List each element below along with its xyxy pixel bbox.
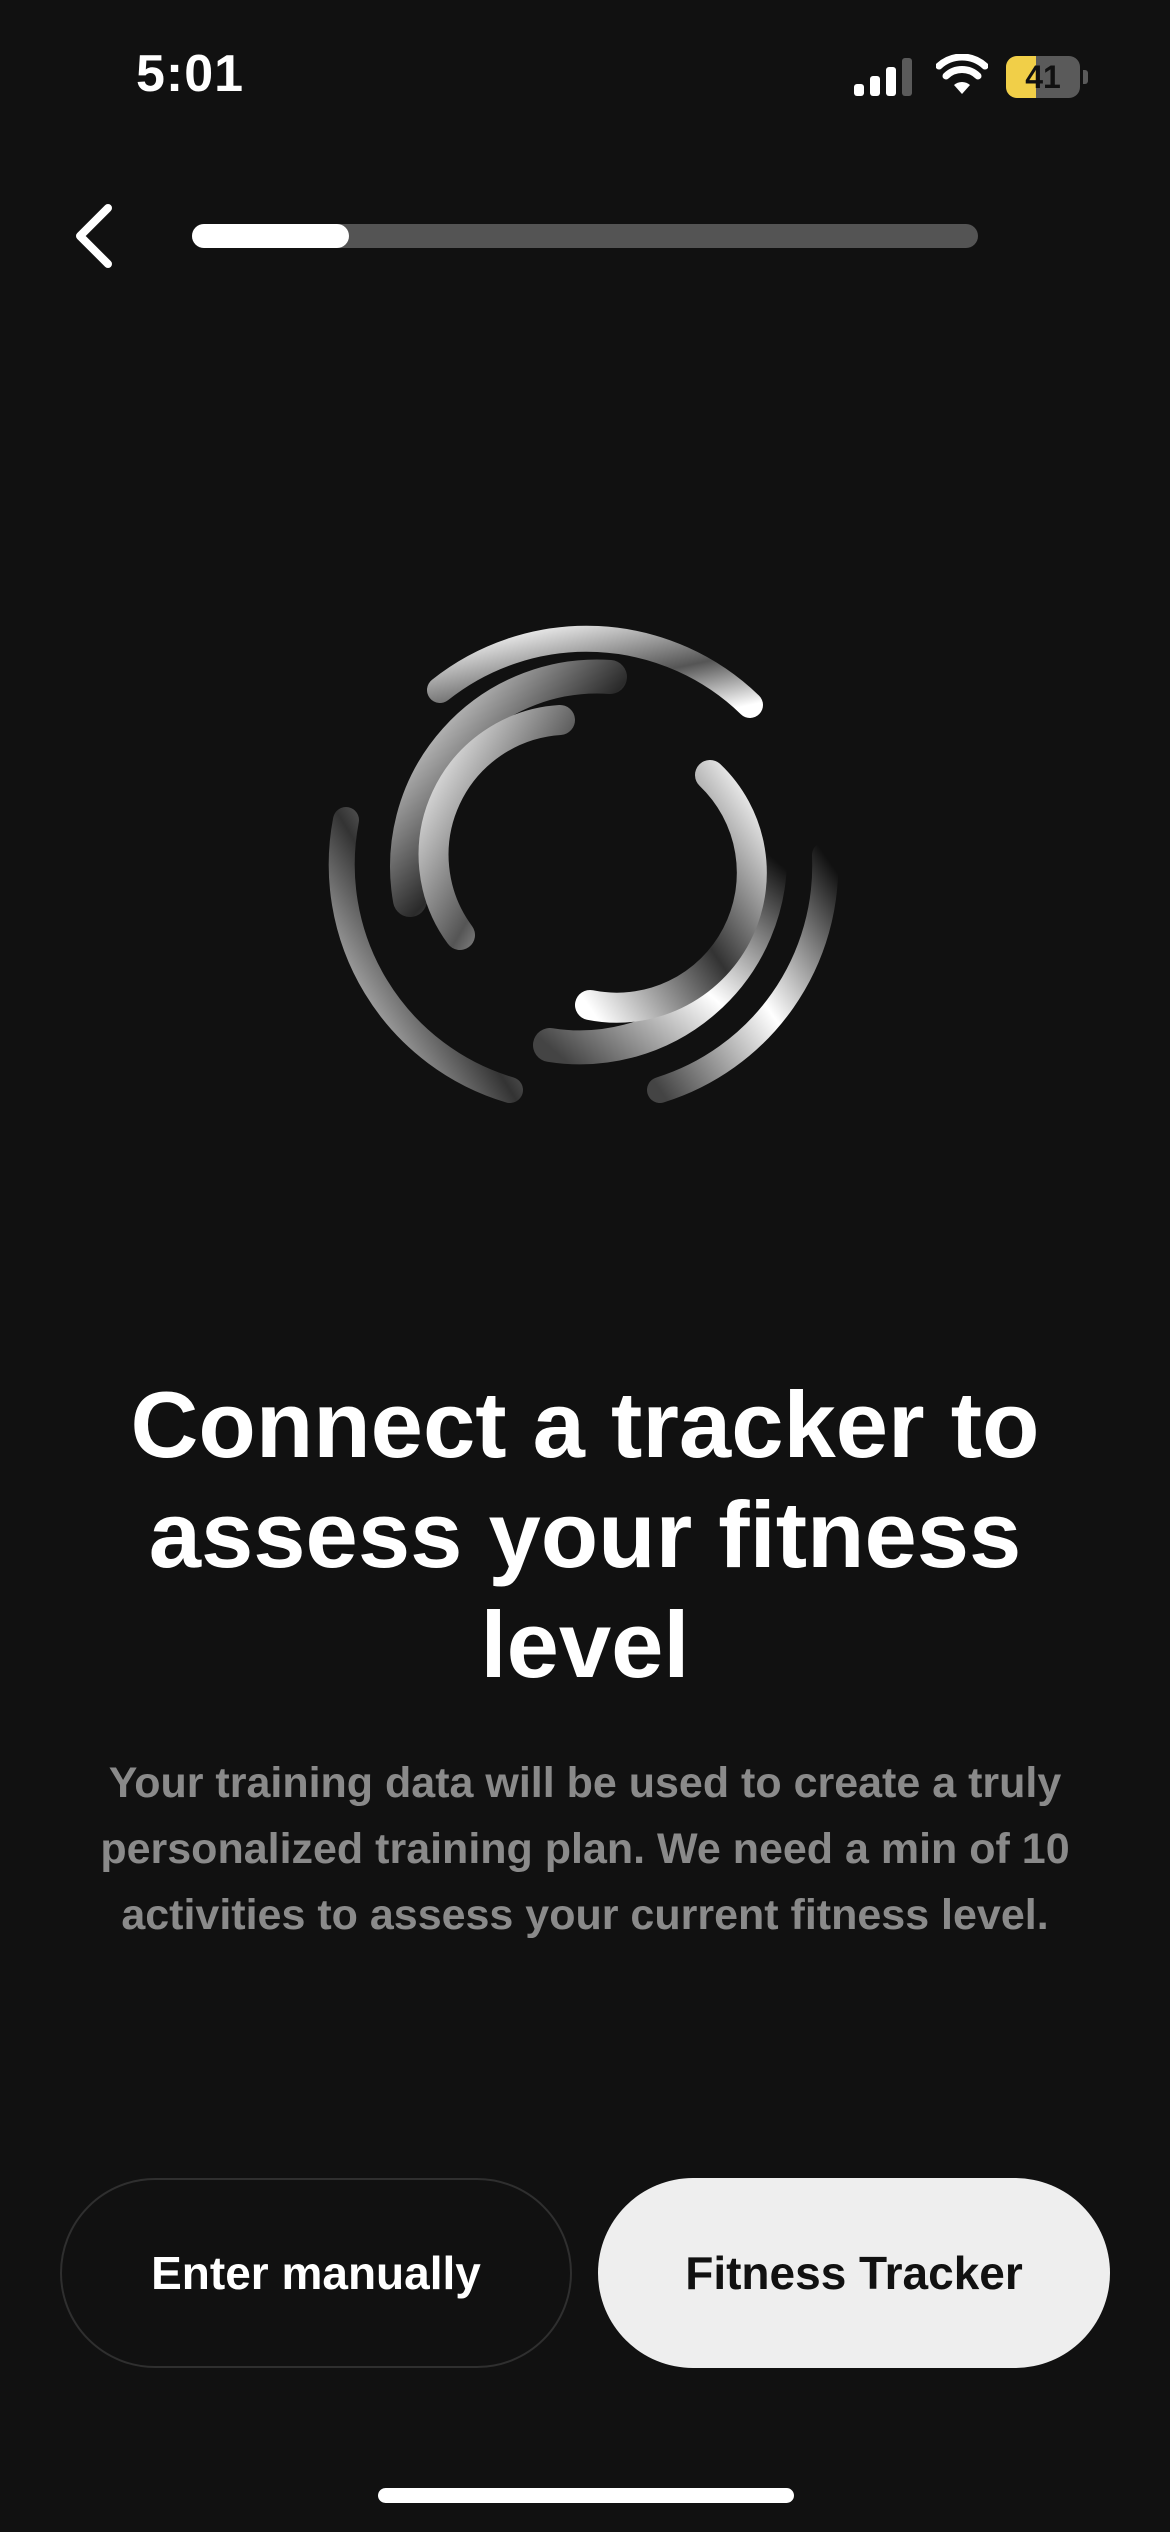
progress-fill <box>192 224 350 248</box>
tracker-rings-icon <box>328 625 839 1103</box>
status-time: 5:01 <box>136 45 245 103</box>
enter-manually-label: Enter manually <box>151 2247 481 2299</box>
page-title: Connect a tracker to assess your fitness… <box>130 1372 1040 1697</box>
battery-body: 41 <box>1006 56 1080 98</box>
enter-manually-button[interactable]: Enter manually <box>60 2178 572 2368</box>
page-description: Your training data will be used to creat… <box>100 1759 1070 1939</box>
chevron-left-icon <box>76 204 112 268</box>
onboarding-progress-bar <box>192 224 978 248</box>
battery-cap <box>1083 70 1088 84</box>
wifi-icon <box>936 54 988 94</box>
back-button[interactable] <box>62 196 132 276</box>
battery-icon: 41 <box>1006 56 1090 98</box>
fitness-tracker-button[interactable]: Fitness Tracker <box>598 2178 1110 2368</box>
fitness-tracker-label: Fitness Tracker <box>685 2247 1023 2299</box>
status-bar: 5:01 41 <box>0 0 1170 150</box>
home-indicator[interactable] <box>378 2488 794 2503</box>
signal-icon <box>854 58 912 96</box>
battery-level: 41 <box>1025 59 1061 95</box>
